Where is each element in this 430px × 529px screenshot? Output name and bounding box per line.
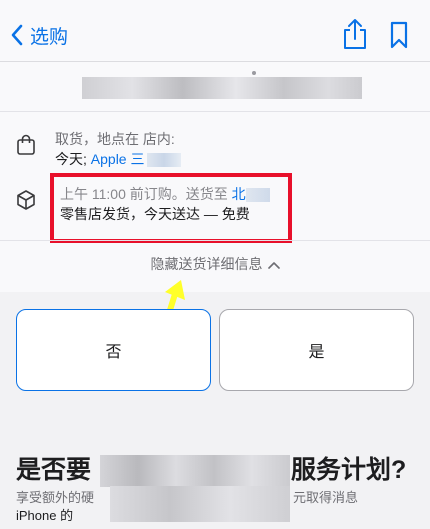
pickup-store-link[interactable]: Apple 三 <box>91 151 145 167</box>
blur-title-middle <box>100 455 290 487</box>
ship-info: 零售店发货，今天送达 — 免费 <box>60 206 250 222</box>
pickup-day: 今天; <box>55 151 91 167</box>
pickup-value: 今天; Apple 三 <box>55 149 182 169</box>
pickup-label: 取货，地点在 店内: <box>55 131 175 147</box>
service-plan-title: 是否要 服务计划? <box>16 450 406 486</box>
share-icon[interactable] <box>340 17 370 51</box>
option-yes-button[interactable]: 是 <box>219 309 414 391</box>
chevron-left-icon <box>11 24 23 46</box>
blur-dot <box>252 71 256 75</box>
divider <box>0 240 430 241</box>
blur-subtitle <box>110 486 290 522</box>
option-no-label: 否 <box>105 344 122 361</box>
product-title-redacted <box>0 62 430 112</box>
back-label: 选购 <box>30 26 69 48</box>
subtitle-right: 元取得消息 <box>293 490 359 505</box>
title-start: 是否要 <box>16 456 92 484</box>
blur-store <box>147 153 182 168</box>
subtitle-line-1: 享受额外的硬 <box>16 490 95 505</box>
order-text: 上午 11:00 前订购。送货至 <box>60 186 232 202</box>
blur-location <box>245 188 270 203</box>
option-no-button[interactable]: 否 <box>16 309 211 391</box>
delivery-location-link[interactable]: 北 <box>232 186 246 202</box>
nav-bar: 选购 <box>0 0 430 62</box>
subtitle-line-2: iPhone 的 <box>16 508 74 523</box>
title-end: 服务计划? <box>291 456 407 484</box>
option-yes-label: 是 <box>308 344 325 361</box>
box-icon <box>17 190 35 210</box>
order-cutoff: 上午 11:00 前订购。送货至 北 <box>60 184 270 204</box>
hide-details-label: 隐藏送货详细信息 <box>150 256 263 272</box>
hide-details-toggle[interactable]: 隐藏送货详细信息 <box>0 254 430 274</box>
shopping-bag-icon <box>17 134 35 155</box>
chevron-up-icon <box>267 262 280 270</box>
back-button[interactable]: 选购 <box>10 20 68 50</box>
bookmark-icon[interactable] <box>386 18 412 52</box>
blur-bar <box>82 77 362 99</box>
